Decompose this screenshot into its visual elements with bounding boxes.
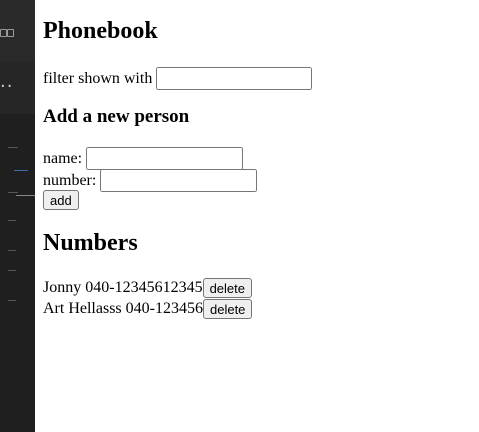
more-options-icon[interactable]: ··	[0, 78, 13, 96]
delete-button[interactable]: delete	[202, 278, 252, 298]
sidebar-line	[14, 170, 28, 171]
person-row: Jonny 040-12345612345 delete	[43, 278, 252, 298]
delete-button[interactable]: delete	[202, 299, 253, 319]
person-name: Art Hellasss	[43, 300, 122, 317]
sidebar-line	[8, 270, 16, 271]
number-input[interactable]	[100, 169, 258, 192]
person-name: Jonny	[43, 279, 82, 296]
number-row: number:	[43, 169, 258, 192]
add-person-heading: Add a new person	[43, 106, 190, 127]
filter-label: filter shown with	[43, 69, 153, 87]
filter-row: filter shown with	[43, 67, 313, 90]
name-label: name:	[43, 149, 83, 167]
person-row: Art Hellasss 040-123456 delete	[43, 299, 253, 319]
name-input[interactable]	[86, 147, 244, 170]
add-button[interactable]: add	[43, 190, 79, 210]
numbers-heading: Numbers	[43, 230, 138, 256]
sidebar-line	[8, 192, 18, 193]
sidebar-line	[8, 250, 16, 251]
sidebar-line	[16, 195, 35, 196]
number-label: number:	[43, 171, 97, 189]
sidebar-line	[8, 147, 18, 148]
name-row: name:	[43, 147, 244, 170]
layout-grid-icon[interactable]	[0, 29, 14, 47]
person-number: 040-12345612345	[85, 279, 203, 296]
filter-input[interactable]	[156, 67, 313, 90]
sidebar-line	[8, 300, 16, 301]
page-title: Phonebook	[43, 18, 158, 44]
editor-sidebar-strip: ··	[0, 0, 35, 432]
person-number: 040-123456	[125, 300, 203, 317]
sidebar-line	[8, 220, 16, 221]
